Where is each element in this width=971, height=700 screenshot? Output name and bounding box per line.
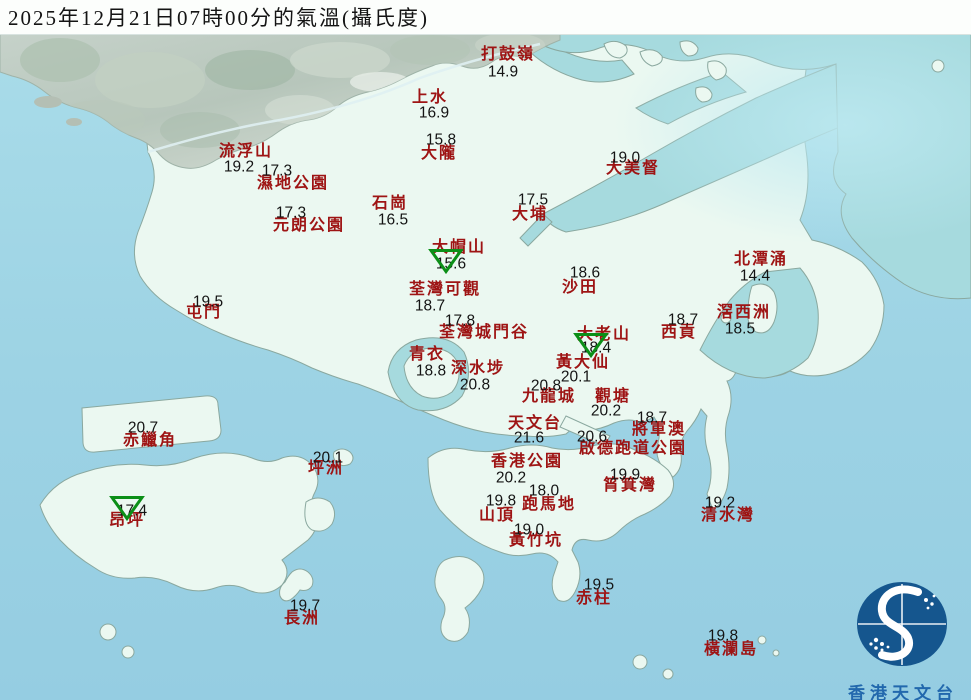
station-temp: 19.0 xyxy=(514,522,544,538)
station-label: 赤柱 xyxy=(576,591,612,607)
station-temp: 18.8 xyxy=(416,363,446,379)
station-label: 橫瀾島 xyxy=(704,642,758,658)
station-temp: 19.5 xyxy=(193,294,223,310)
station-label: 深水埗 xyxy=(451,361,505,377)
station-temp: 21.6 xyxy=(514,430,544,446)
station-label: 青衣 xyxy=(409,347,445,363)
station-temp: 19.2 xyxy=(224,159,254,175)
station-temp: 17.3 xyxy=(262,163,292,179)
station-label: 跑馬地 xyxy=(522,497,576,513)
station-temp: 20.6 xyxy=(577,429,607,445)
station-label: 石崗 xyxy=(372,196,408,212)
station-temp: 19.2 xyxy=(705,495,735,511)
station-temp: 20.2 xyxy=(496,470,526,486)
map-title: 2025年12月21日07時00分的氣溫(攝氏度) xyxy=(0,2,429,32)
station-temp: 15.8 xyxy=(426,132,456,148)
station-temp: 18.5 xyxy=(725,321,755,337)
station-temp: 19.9 xyxy=(610,467,640,483)
station-temp: 17.8 xyxy=(445,313,475,329)
station-temp: 20.1 xyxy=(561,369,591,385)
station-label: 大埔 xyxy=(512,207,548,223)
station-temp: 20.2 xyxy=(591,403,621,419)
stations-layer: 打鼓嶺14.9上水16.9大隴15.8大美督19.0流浮山19.2濕地公園17.… xyxy=(0,0,971,700)
station-temp: 20.8 xyxy=(531,378,561,394)
station-label: 滘西洲 xyxy=(717,305,771,321)
station-label: 荃灣可觀 xyxy=(409,282,481,298)
station-temp: 19.8 xyxy=(708,628,738,644)
station-temp: 17.3 xyxy=(276,205,306,221)
station-temp: 14.4 xyxy=(740,268,770,284)
station-marker-icon xyxy=(109,494,145,527)
station-temp: 18.6 xyxy=(570,265,600,281)
station-label: 打鼓嶺 xyxy=(481,47,535,63)
station-temp: 20.7 xyxy=(128,420,158,436)
station-temp: 20.8 xyxy=(460,377,490,393)
station-temp: 18.7 xyxy=(668,312,698,328)
hko-logo-icon xyxy=(842,578,964,672)
station-temp: 20.1 xyxy=(313,450,343,466)
station-temp: 19.5 xyxy=(584,577,614,593)
station-label: 山頂 xyxy=(479,508,515,524)
station-marker-icon xyxy=(428,247,464,280)
hko-logo-name-zh: 香港天文台 xyxy=(842,679,964,700)
station-label: 北潭涌 xyxy=(734,252,788,268)
station-label: 大隴 xyxy=(421,146,457,162)
station-marker-icon xyxy=(573,331,609,364)
station-temp: 14.9 xyxy=(488,64,518,80)
station-temp: 17.5 xyxy=(518,192,548,208)
station-temp: 19.8 xyxy=(486,493,516,509)
station-temp: 19.0 xyxy=(610,150,640,166)
title-bar: 2025年12月21日07時00分的氣溫(攝氏度) xyxy=(0,0,971,35)
station-label: 香港公園 xyxy=(491,454,563,470)
station-temp: 19.7 xyxy=(290,598,320,614)
station-temp: 18.7 xyxy=(637,410,667,426)
station-label: 沙田 xyxy=(562,280,598,296)
station-temp: 18.0 xyxy=(529,483,559,499)
station-temp: 16.5 xyxy=(378,212,408,228)
station-temp: 16.9 xyxy=(419,105,449,121)
hko-logo: 香港天文台 HONG KONG OBSERVATORY xyxy=(842,578,964,700)
weather-temperature-map: 2025年12月21日07時00分的氣溫(攝氏度) 打鼓嶺14.9上水16.9大… xyxy=(0,0,971,700)
station-temp: 18.7 xyxy=(415,298,445,314)
